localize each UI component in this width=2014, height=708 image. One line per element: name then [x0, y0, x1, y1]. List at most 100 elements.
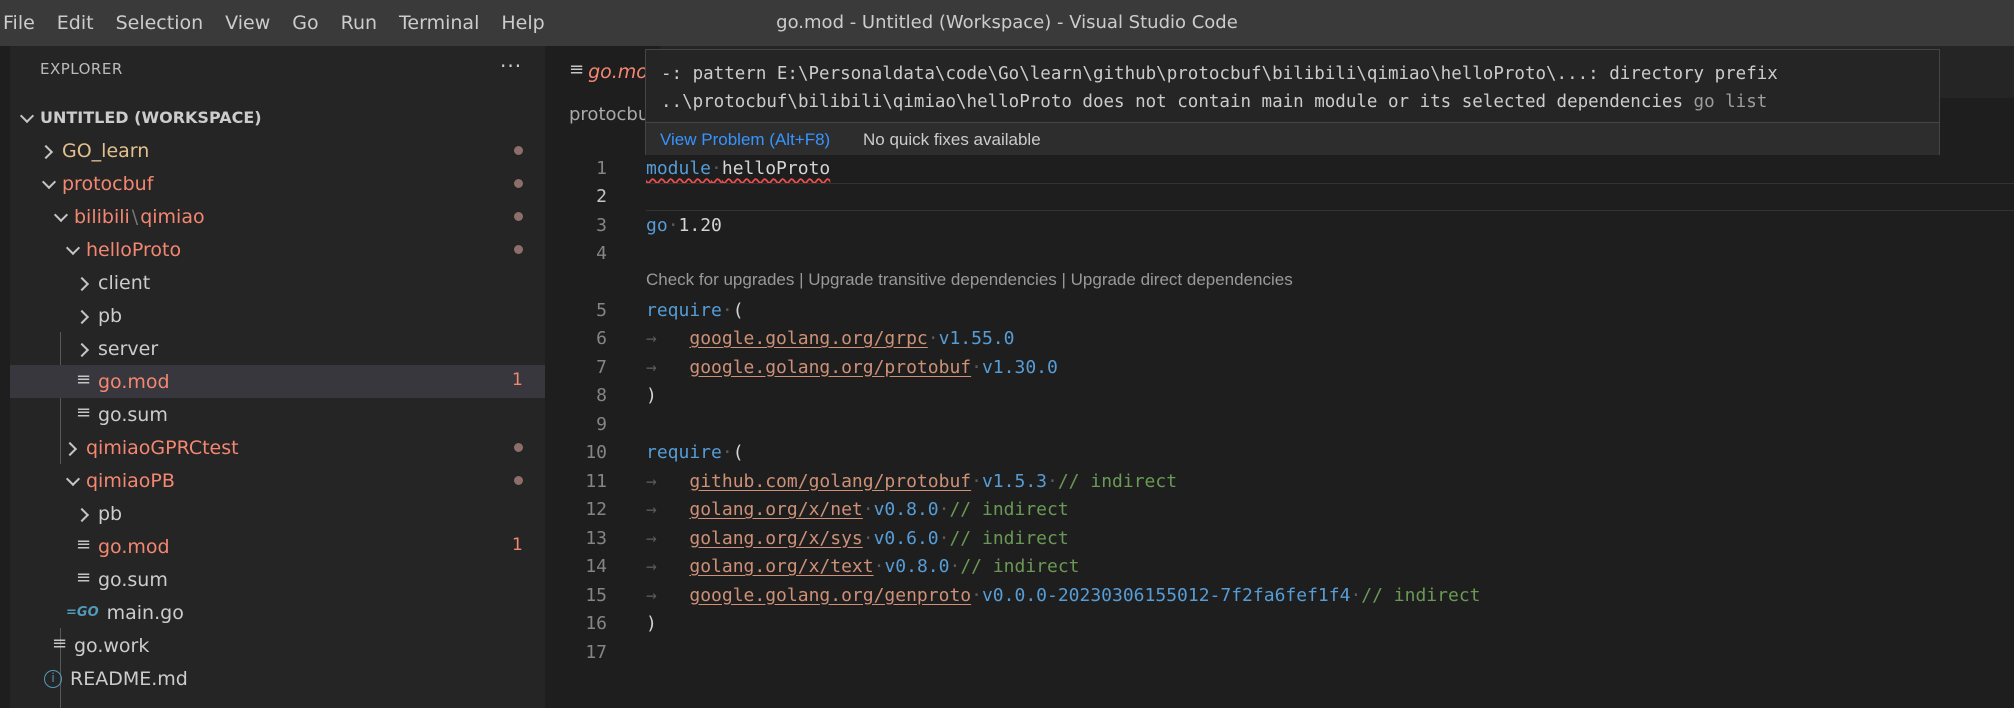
menu-file[interactable]: File [0, 0, 46, 46]
chevron-right-icon [40, 143, 56, 159]
code-line: 11 → github.com/golang/protobuf·v1.5.3·/… [545, 467, 2014, 496]
module-path[interactable]: golang.org/x/text [689, 556, 873, 577]
line-number: 10 [585, 442, 607, 464]
module-version: v1.30.0 [981, 356, 1058, 378]
module-name: helloProto [721, 157, 831, 179]
more-actions-icon[interactable]: ··· [500, 54, 522, 78]
folder-label: bilibili [74, 205, 130, 228]
module-path[interactable]: golang.org/x/sys [689, 528, 862, 549]
folder-pb[interactable]: pb [10, 497, 545, 530]
file-label: go.mod [98, 535, 170, 558]
codelens-actions[interactable]: Check for upgrades | Upgrade transitive … [545, 268, 2014, 296]
code-line: 17 [545, 638, 2014, 667]
line-number: 2 [596, 186, 607, 208]
line-number: 15 [585, 584, 607, 606]
module-version: v0.8.0 [873, 499, 939, 521]
line-text: → google.golang.org/grpc·v1.55.0 [646, 328, 1015, 350]
module-path[interactable]: golang.org/x/net [689, 499, 862, 520]
menu-selection[interactable]: Selection [105, 0, 215, 46]
module-version: v1.5.3 [981, 470, 1047, 492]
file-readme[interactable]: i README.md [10, 662, 545, 695]
code-line-current: 2 [545, 182, 2014, 211]
file-lines-icon [76, 567, 91, 588]
line-number: 4 [596, 243, 607, 265]
line-number: 3 [596, 214, 607, 236]
menu-bar: File Edit Selection View Go Run Terminal… [0, 0, 556, 46]
file-lines-icon [52, 633, 67, 654]
folder-helloproto[interactable]: helloProto [10, 233, 545, 266]
folder-qimiaopb[interactable]: qimiaoPB [10, 464, 545, 497]
module-path[interactable]: github.com/golang/protobuf [689, 471, 971, 492]
comment: // indirect [1057, 470, 1178, 492]
file-go-sum[interactable]: go.sum [10, 563, 545, 596]
chevron-down-icon [64, 473, 80, 489]
file-lines-icon [76, 402, 91, 423]
folder-protocbuf[interactable]: protocbuf [10, 167, 545, 200]
folder-label: server [98, 337, 159, 360]
line-number: 11 [585, 470, 607, 492]
problem-count-badge: 1 [512, 370, 523, 390]
menu-help[interactable]: Help [490, 0, 555, 46]
file-label: main.go [106, 601, 184, 624]
code-editor[interactable]: 1 module·helloProto 2 3 go·1.20 4 Check … [545, 154, 2014, 667]
module-path[interactable]: google.golang.org/genproto [689, 585, 971, 606]
module-path[interactable]: google.golang.org/protobuf [689, 357, 971, 378]
breadcrumb[interactable]: protocbuf [569, 104, 656, 125]
go-file-icon: =GO [66, 605, 99, 620]
line-number: 9 [596, 413, 607, 435]
folder-client[interactable]: client [10, 266, 545, 299]
code-line: 9 [545, 410, 2014, 439]
modified-dot [514, 146, 523, 155]
chevron-down-icon [40, 176, 56, 192]
code-line: 12 → golang.org/x/net·v0.8.0·// indirect [545, 496, 2014, 525]
chevron-right-icon [76, 308, 92, 324]
menu-go[interactable]: Go [281, 0, 329, 46]
keyword: module [646, 157, 712, 179]
tab-go-mod[interactable]: go.mod [545, 46, 660, 98]
comment: // indirect [960, 556, 1080, 578]
error-dot [514, 476, 523, 485]
chevron-right-icon [76, 275, 92, 291]
no-quick-fixes-text: No quick fixes available [863, 130, 1041, 149]
file-go-work[interactable]: go.work [10, 629, 545, 662]
file-go-mod[interactable]: go.mod 1 [10, 530, 545, 563]
code-line: 3 go·1.20 [545, 211, 2014, 240]
workspace-root[interactable]: UNTITLED (WORKSPACE) [10, 101, 545, 134]
folder-qimiaogprctest[interactable]: qimiaoGPRCtest [10, 431, 545, 464]
folder-bilibili-qimiao[interactable]: bilibili \ qimiao [10, 200, 545, 233]
paren: ( [732, 299, 744, 321]
line-number: 5 [596, 299, 607, 321]
file-main-go[interactable]: =GO main.go [10, 596, 545, 629]
file-go-sum[interactable]: go.sum [10, 398, 545, 431]
menu-edit[interactable]: Edit [46, 0, 105, 46]
line-text: module·helloProto [646, 157, 831, 179]
file-tree: UNTITLED (WORKSPACE) GO_learn protocbuf … [10, 101, 545, 708]
folder-label: qimiaoPB [86, 469, 175, 492]
line-text: → google.golang.org/genproto·v0.0.0-2023… [646, 584, 1481, 606]
hover-message: -: pattern E:\Personaldata\code\Go\learn… [661, 60, 1778, 116]
menu-run[interactable]: Run [330, 0, 388, 46]
chevron-right-icon [76, 341, 92, 357]
module-version: v0.0.0-20230306155012-7f2fa6fef1f4 [981, 584, 1351, 606]
code-line: 16 ) [545, 610, 2014, 639]
line-text: ) [646, 613, 657, 634]
error-dot [514, 443, 523, 452]
folder-server[interactable]: server [10, 332, 545, 365]
folder-label: pb [98, 502, 123, 525]
hover-line-1: -: pattern E:\Personaldata\code\Go\learn… [661, 64, 1778, 84]
code-line: 13 → golang.org/x/sys·v0.6.0·// indirect [545, 524, 2014, 553]
folder-go-learn[interactable]: GO_learn [10, 134, 545, 167]
codelens-text[interactable]: Check for upgrades | Upgrade transitive … [646, 270, 1293, 290]
view-problem-link[interactable]: View Problem (Alt+F8) [660, 130, 830, 150]
file-go-mod-selected[interactable]: go.mod 1 [10, 365, 545, 398]
workspace-label: UNTITLED (WORKSPACE) [40, 108, 262, 127]
menu-terminal[interactable]: Terminal [388, 0, 490, 46]
activity-bar-edge [0, 46, 10, 708]
folder-label: qimiao [140, 205, 205, 228]
line-text: ) [646, 385, 657, 406]
comment: // indirect [949, 499, 1069, 521]
module-path[interactable]: google.golang.org/grpc [689, 328, 927, 349]
menu-view[interactable]: View [214, 0, 281, 46]
folder-label: helloProto [86, 238, 182, 261]
folder-pb[interactable]: pb [10, 299, 545, 332]
